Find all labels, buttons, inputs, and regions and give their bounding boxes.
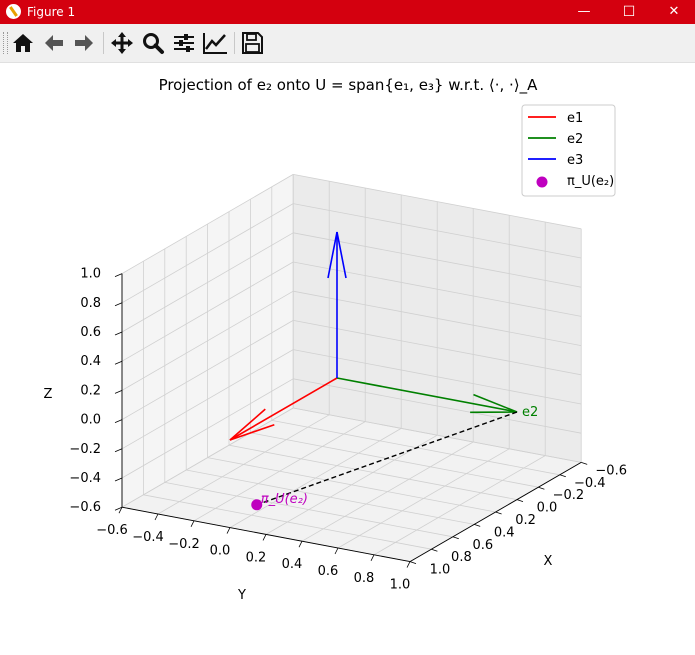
edit-axis-icon[interactable] [201,28,229,58]
y-tick-label: 0.6 [318,564,339,579]
x-tick-label: 0.4 [494,525,515,540]
y-tick-label: −0.2 [168,537,200,552]
y-tick-label: −0.4 [132,530,164,545]
legend-label: e3 [567,153,583,168]
legend-label: π_U(e₂) [567,174,614,189]
z-axis-label: Z [44,387,53,402]
navigation-toolbar [0,24,695,63]
z-tick-label: 0.6 [80,325,101,340]
z-tick-label: 0.0 [80,413,101,428]
forward-icon[interactable] [70,28,98,58]
y-tick-mark [226,527,231,534]
y-tick-mark [262,534,267,541]
pan-icon[interactable] [108,28,136,58]
home-icon[interactable] [9,28,37,58]
x-tick-mark [495,511,502,515]
x-tick-mark [559,474,566,478]
zoom-icon[interactable] [139,28,167,58]
z-tick-mark [114,419,123,423]
y-tick-mark [154,513,159,521]
back-icon[interactable] [40,28,68,58]
y-tick-mark [190,520,195,527]
projection-point-label: π_U(e₂) [261,492,308,507]
z-tick-mark [114,331,123,336]
toolbar-separator [103,32,104,54]
z-tick-label: 0.2 [80,383,101,398]
configure-subplots-icon[interactable] [170,28,198,58]
save-icon[interactable] [238,28,266,58]
z-tick-label: −0.4 [69,471,101,486]
legend-label: e2 [567,132,583,147]
z-tick-mark [114,302,123,307]
z-tick-mark [114,390,123,394]
y-tick-label: 1.0 [390,578,411,593]
x-axis-label: X [544,554,553,569]
close-button[interactable]: ✕ [651,0,695,24]
z-tick-mark [114,477,123,482]
y-tick-mark [334,547,339,555]
z-tick-label: −0.2 [69,442,101,457]
chart-title: Projection of e₂ onto U = span{e₁, e₃} w… [159,76,539,95]
window-titlebar: Figure 1 — ☐ ✕ [0,0,695,24]
y-tick-mark [370,554,375,561]
minimize-button[interactable]: — [561,0,607,24]
legend: e1 e2 e3 π_U(e₂) [521,104,616,197]
vector-label: e2 [522,405,538,420]
z-tick-mark [114,273,123,277]
y-tick-mark [298,541,303,548]
z-tick-label: 0.8 [80,296,101,311]
y-tick-label: 0.4 [282,557,303,572]
z-tick-label: −0.6 [69,500,101,515]
x-tick-mark [431,548,438,552]
x-tick-mark [538,486,545,490]
y-tick-label: 0.8 [354,571,375,586]
window-title: Figure 1 [27,5,76,19]
matplotlib-app-icon [6,4,21,19]
z-tick-label: 0.4 [80,354,101,369]
legend-label: e1 [567,111,583,126]
x-tick-label: 0.8 [451,550,472,565]
y-tick-label: 0.0 [210,544,231,559]
y-axis-label: Y [237,588,246,603]
x-tick-mark [409,561,417,564]
x-tick-mark [474,524,481,527]
z-tick-mark [114,360,123,365]
x-tick-label: 0.6 [472,538,493,553]
y-tick-label: 0.2 [246,550,267,565]
x-tick-mark [581,462,588,465]
x-tick-mark [452,536,459,540]
x-tick-label: −0.2 [553,488,585,503]
x-tick-mark [516,499,524,502]
y-tick-label: −0.6 [96,523,128,538]
x-tick-label: 1.0 [430,563,451,578]
x-tick-label: 0.2 [515,513,536,528]
3d-plot-canvas[interactable]: −0.6−0.4−0.20.00.20.40.60.81.0−0.6 −0.4 −0… [0,62,695,655]
y-tick-mark [406,561,411,568]
toolbar-separator [234,32,235,54]
z-tick-label: 1.0 [80,267,101,282]
x-tick-label: 0.0 [537,501,558,516]
toolbar-grip [3,32,8,54]
z-tick-mark [114,448,123,453]
maximize-button[interactable]: ☐ [606,0,652,24]
legend-marker [536,176,548,188]
